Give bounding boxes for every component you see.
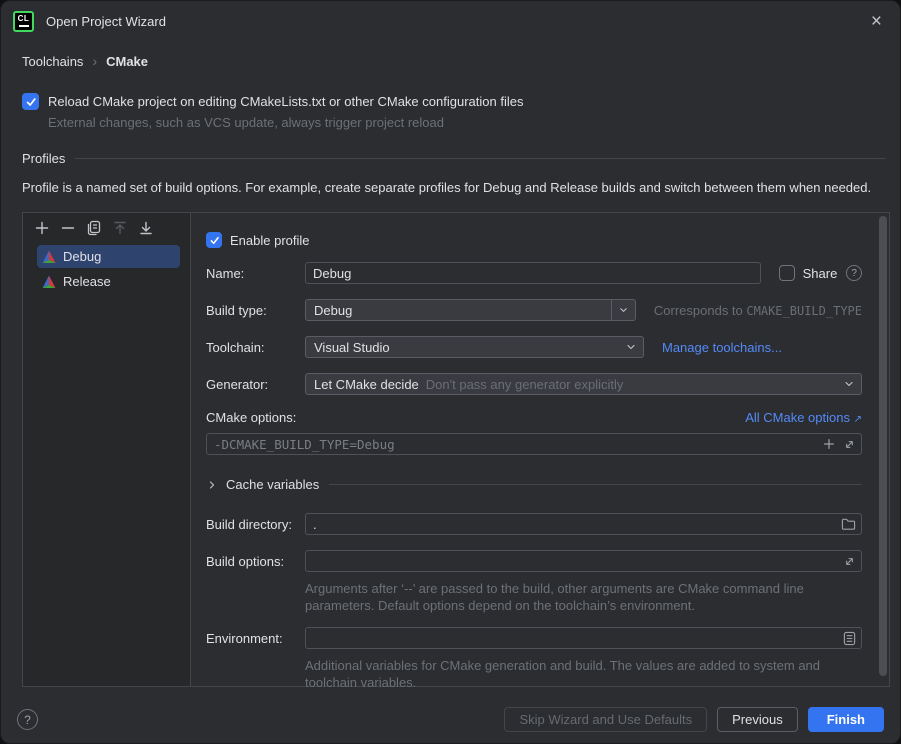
- toolchain-label: Toolchain:: [206, 340, 305, 355]
- reload-hint-text: External changes, such as VCS update, al…: [48, 115, 886, 130]
- clion-logo-underline: [19, 25, 29, 27]
- generator-row: Generator: Let CMake decide Don't pass a…: [206, 373, 862, 395]
- checkmark-icon: [25, 96, 37, 108]
- name-label: Name:: [206, 266, 305, 281]
- breadcrumb-toolchains[interactable]: Toolchains: [22, 54, 83, 69]
- profile-item-release[interactable]: Release: [37, 270, 180, 293]
- cmake-icon: [42, 250, 56, 264]
- cmake-options-field: [206, 433, 862, 455]
- profile-form: Enable profile Name: Share ? Build type:…: [191, 213, 889, 686]
- expand-icon[interactable]: [843, 438, 856, 451]
- generator-dropdown[interactable]: Let CMake decide Don't pass any generato…: [305, 373, 862, 395]
- profile-item-debug[interactable]: Debug: [37, 245, 180, 268]
- title-bar: CL Open Project Wizard ×: [1, 1, 900, 41]
- build-options-input[interactable]: [305, 550, 862, 572]
- profiles-section-header: Profiles: [22, 151, 886, 166]
- add-option-icon[interactable]: [822, 437, 836, 451]
- generator-value: Let CMake decide: [314, 377, 419, 392]
- toolchain-value: Visual Studio: [314, 340, 390, 355]
- section-divider: [75, 158, 886, 159]
- expand-icon[interactable]: [843, 555, 856, 568]
- toolchain-row: Toolchain: Visual Studio Manage toolchai…: [206, 336, 862, 358]
- share-help-icon[interactable]: ?: [846, 265, 862, 281]
- skip-wizard-button[interactable]: Skip Wizard and Use Defaults: [504, 707, 707, 732]
- profiles-section-title: Profiles: [22, 151, 65, 166]
- build-directory-field: [305, 513, 862, 535]
- name-input[interactable]: [305, 262, 761, 284]
- cmake-icon: [42, 275, 56, 289]
- breadcrumb-cmake: CMake: [106, 54, 148, 69]
- chevron-down-icon: [611, 300, 635, 320]
- build-type-dropdown[interactable]: Debug: [305, 299, 636, 321]
- open-project-wizard-dialog: CL Open Project Wizard × Toolchains › CM…: [0, 0, 901, 744]
- reload-cmake-checkbox-row[interactable]: Reload CMake project on editing CMakeLis…: [22, 93, 886, 110]
- profiles-panel: Debug Release: [22, 212, 890, 687]
- environment-label: Environment:: [206, 631, 305, 646]
- profiles-description: Profile is a named set of build options.…: [22, 179, 884, 197]
- move-down-button[interactable]: [138, 220, 154, 236]
- build-directory-row: Build directory:: [206, 513, 862, 535]
- build-options-row: Build options:: [206, 550, 862, 572]
- environment-hint: Additional variables for CMake generatio…: [305, 657, 850, 691]
- enable-profile-label: Enable profile: [230, 233, 310, 248]
- all-cmake-options-link[interactable]: All CMake options ↗: [745, 410, 862, 425]
- environment-field: [305, 627, 862, 649]
- clion-logo-icon: CL: [13, 11, 34, 32]
- panel-scrollbar[interactable]: [879, 216, 887, 676]
- dialog-footer: ? Skip Wizard and Use Defaults Previous …: [1, 696, 900, 743]
- breadcrumb: Toolchains › CMake: [22, 53, 886, 69]
- chevron-right-icon: [206, 479, 218, 491]
- profiles-list-pane: Debug Release: [23, 213, 191, 686]
- section-divider: [329, 484, 862, 485]
- profile-item-label: Debug: [63, 249, 101, 264]
- toolchain-dropdown[interactable]: Visual Studio: [305, 336, 644, 358]
- profiles-toolbar: [23, 213, 190, 242]
- enable-profile-checkbox[interactable]: [206, 232, 222, 248]
- build-type-hint: Corresponds to CMAKE_BUILD_TYPE: [654, 303, 862, 318]
- copy-profile-button[interactable]: [86, 220, 102, 236]
- add-profile-button[interactable]: [34, 220, 50, 236]
- enable-profile-row[interactable]: Enable profile: [206, 232, 862, 248]
- build-directory-input[interactable]: [305, 513, 862, 535]
- checkmark-icon: [209, 235, 220, 246]
- cmake-options-header-row: CMake options: All CMake options ↗: [206, 410, 862, 425]
- build-options-field: [305, 550, 862, 572]
- profile-item-label: Release: [63, 274, 111, 289]
- previous-button[interactable]: Previous: [717, 707, 798, 732]
- cmake-options-label: CMake options:: [206, 410, 296, 425]
- build-options-hint: Arguments after ‘--’ are passed to the b…: [305, 580, 865, 614]
- build-options-label: Build options:: [206, 554, 305, 569]
- generator-label: Generator:: [206, 377, 305, 392]
- finish-button[interactable]: Finish: [808, 707, 884, 732]
- cmake-options-input[interactable]: [206, 433, 862, 455]
- move-up-button[interactable]: [112, 220, 128, 236]
- window-title: Open Project Wizard: [46, 14, 166, 29]
- share-label: Share: [803, 266, 838, 281]
- help-icon[interactable]: ?: [17, 709, 38, 730]
- clion-logo-text: CL: [18, 15, 30, 23]
- share-checkbox[interactable]: [779, 265, 795, 281]
- build-type-value: Debug: [314, 303, 352, 318]
- manage-toolchains-link[interactable]: Manage toolchains...: [662, 340, 782, 355]
- cache-variables-label: Cache variables: [226, 477, 319, 492]
- name-row: Name: Share ?: [206, 262, 862, 284]
- remove-profile-button[interactable]: [60, 220, 76, 236]
- reload-checkbox[interactable]: [22, 93, 39, 110]
- chevron-down-icon: [837, 374, 861, 394]
- build-directory-label: Build directory:: [206, 517, 305, 532]
- environment-row: Environment:: [206, 627, 862, 649]
- profiles-list: Debug Release: [23, 242, 190, 293]
- build-type-row: Build type: Debug Corresponds to CMAKE_B…: [206, 299, 862, 321]
- build-type-label: Build type:: [206, 303, 305, 318]
- folder-icon[interactable]: [841, 517, 856, 531]
- generator-placeholder: Don't pass any generator explicitly: [426, 377, 624, 392]
- close-icon[interactable]: ×: [867, 10, 886, 33]
- environment-input[interactable]: [305, 627, 862, 649]
- external-link-icon: ↗: [854, 414, 862, 425]
- reload-checkbox-label: Reload CMake project on editing CMakeLis…: [48, 94, 523, 109]
- breadcrumb-separator: ›: [92, 53, 97, 69]
- chevron-down-icon: [619, 337, 643, 357]
- cache-variables-toggle[interactable]: Cache variables: [206, 477, 862, 492]
- environment-variables-icon[interactable]: [843, 631, 856, 646]
